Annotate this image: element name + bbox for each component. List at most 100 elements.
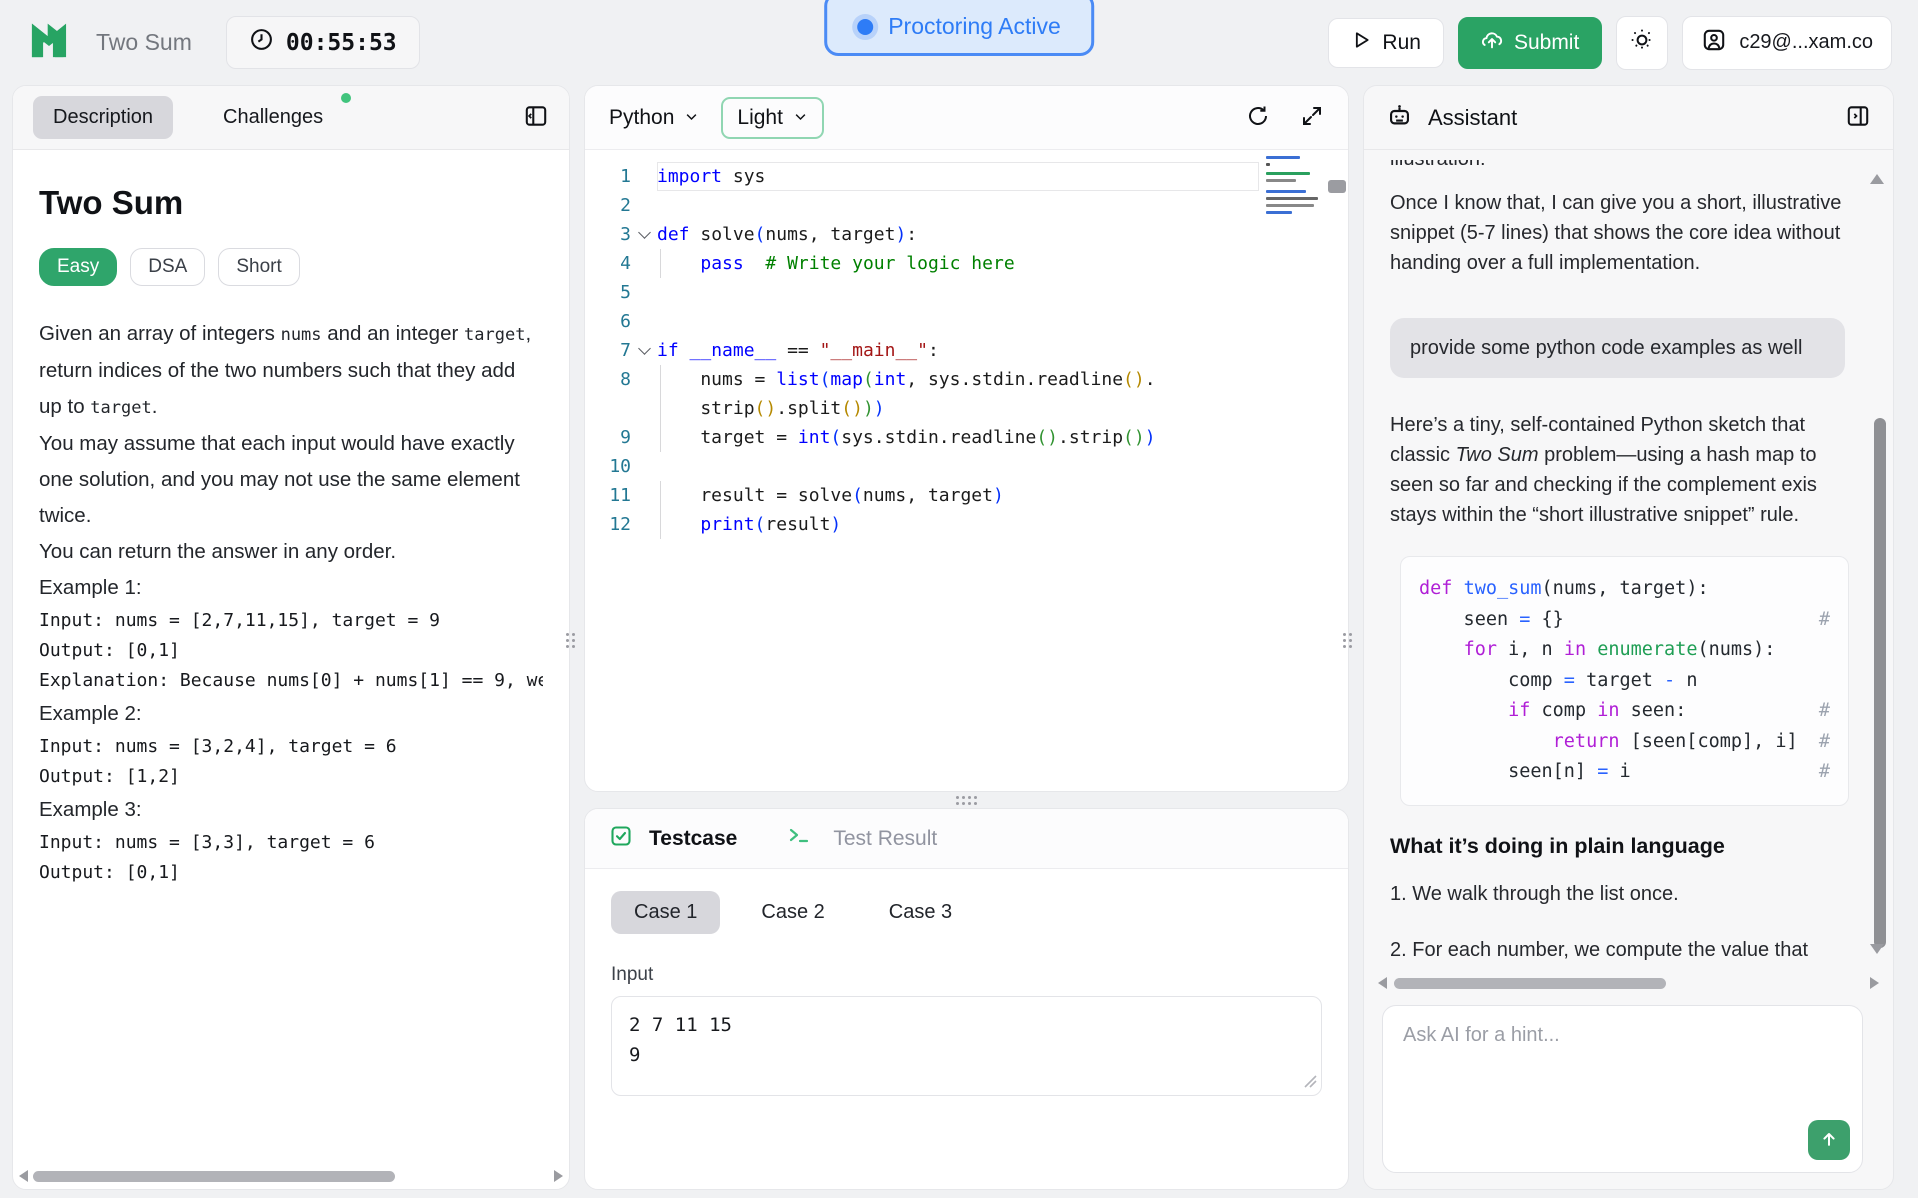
line-number: 6 [585, 307, 631, 336]
proctoring-badge: Proctoring Active [824, 0, 1094, 56]
code-line[interactable]: strip().split())) [585, 394, 1348, 423]
run-button[interactable]: Run [1328, 18, 1444, 68]
code-editor-card: Python Light 1import sys23def solve(nums… [584, 85, 1349, 792]
user-camera-icon [1701, 27, 1727, 59]
test-result-tab[interactable]: Test Result [833, 827, 937, 851]
scrollbar-thumb[interactable] [33, 1171, 395, 1182]
assistant-code-line: if comp in seen:# [1419, 696, 1830, 727]
send-button[interactable] [1808, 1120, 1850, 1160]
chat-scrollbar-thumb[interactable] [1874, 418, 1886, 948]
ai-hint-input[interactable] [1383, 1006, 1862, 1116]
app-logo-icon [28, 19, 70, 66]
example-line: Input: nums = [3,2,4], target = 6 [39, 732, 543, 762]
left-panel-resize-handle[interactable] [566, 633, 575, 648]
user-message-bubble: provide some python code examples as wel… [1390, 318, 1845, 378]
submit-label: Submit [1514, 31, 1579, 55]
code-line[interactable]: 3def solve(nums, target): [585, 220, 1348, 249]
chevron-down-icon [684, 106, 699, 130]
input-label: Input [611, 964, 1322, 986]
code-line[interactable]: 12 print(result) [585, 510, 1348, 539]
user-account-chip[interactable]: c29@...xam.co [1682, 16, 1892, 70]
line-number: 1 [585, 162, 631, 191]
collapse-panel-left-button[interactable] [523, 103, 549, 132]
code-line[interactable]: 5 [585, 278, 1348, 307]
theme-select[interactable]: Light [721, 97, 824, 139]
example-line: Output: [0,1] [39, 636, 543, 666]
collapse-panel-right-button[interactable] [1845, 103, 1871, 132]
description-panel-header: Description Challenges [13, 86, 569, 150]
code-editor[interactable]: 1import sys23def solve(nums, target):4 p… [585, 150, 1348, 791]
scroll-up-arrow-icon[interactable] [1870, 174, 1884, 184]
scrollbar-thumb[interactable] [1394, 978, 1666, 989]
problem-statement-3: You can return the answer in any order. [39, 534, 543, 570]
testcase-card: Testcase Test Result Case 1Case 2Case 3 … [584, 808, 1349, 1190]
scroll-right-arrow-icon[interactable] [1870, 977, 1879, 989]
scroll-left-arrow-icon[interactable] [19, 1170, 28, 1182]
resize-corner-icon[interactable] [1304, 1075, 1317, 1093]
user-email: c29@...xam.co [1739, 31, 1873, 54]
assistant-code-line: for i, n in enumerate(nums): [1419, 635, 1830, 666]
code-line[interactable]: 1import sys [585, 162, 1348, 191]
badge-short: Short [218, 248, 299, 286]
code-line[interactable]: 11 result = solve(nums, target) [585, 481, 1348, 510]
assistant-panel: Assistant illustration: Once I know that… [1363, 85, 1894, 1190]
clock-icon [249, 27, 274, 58]
scroll-left-arrow-icon[interactable] [1378, 977, 1387, 989]
code-line[interactable]: 8 nums = list(map(int, sys.stdin.readlin… [585, 365, 1348, 394]
badge-easy: Easy [39, 248, 117, 286]
line-number: 7 [585, 336, 631, 365]
scroll-right-arrow-icon[interactable] [554, 1170, 563, 1182]
code-line[interactable]: 10 [585, 452, 1348, 481]
theme-toggle-button[interactable] [1616, 16, 1668, 70]
line-number: 2 [585, 191, 631, 220]
assistant-message-line: Here’s a tiny, self-contained Python ske… [1390, 410, 1849, 440]
assistant-message-line: classic Two Sum problem—using a hash map… [1390, 440, 1849, 470]
terminal-icon [787, 824, 811, 853]
submit-button[interactable]: Submit [1458, 17, 1602, 69]
checkbox-check-icon [609, 824, 633, 853]
testcase-input[interactable]: 2 7 11 15 9 [611, 996, 1322, 1096]
line-number: 3 [585, 220, 631, 249]
editor-scrollbar-thumb[interactable] [1328, 180, 1346, 193]
theme-value: Light [737, 106, 783, 130]
problem-badges: EasyDSAShort [39, 248, 543, 286]
description-horizontal-scrollbar[interactable] [17, 1170, 565, 1183]
expand-icon [1300, 104, 1324, 131]
assistant-title: Assistant [1428, 105, 1517, 131]
code-line[interactable]: 6 [585, 307, 1348, 336]
code-line[interactable]: 7if __name__ == "__main__": [585, 336, 1348, 365]
code-lines: 1import sys23def solve(nums, target):4 p… [585, 162, 1348, 539]
example-line: Output: [0,1] [39, 858, 543, 888]
fold-chevron-icon[interactable] [638, 226, 651, 239]
line-number: 5 [585, 278, 631, 307]
code-line[interactable]: 2 [585, 191, 1348, 220]
language-select[interactable]: Python [609, 106, 699, 130]
assistant-code-block: def two_sum(nums, target): seen = {}# fo… [1400, 556, 1849, 806]
scroll-down-arrow-icon[interactable] [1870, 944, 1884, 954]
testcase-tab[interactable]: Testcase [649, 827, 737, 851]
chat-horizontal-scrollbar[interactable] [1376, 977, 1881, 993]
minimap[interactable] [1266, 156, 1322, 268]
fullscreen-button[interactable] [1300, 104, 1324, 131]
proctoring-label: Proctoring Active [888, 13, 1061, 40]
code-line[interactable]: 9 target = int(sys.stdin.readline().stri… [585, 423, 1348, 452]
panel-collapse-left-icon [523, 103, 549, 132]
assistant-header: Assistant [1364, 86, 1893, 150]
topbar: Two Sum 00:55:53 Proctoring Active Run S… [0, 0, 1918, 85]
code-line[interactable]: 4 pass # Write your logic here [585, 249, 1348, 278]
vertical-resize-handle[interactable] [584, 792, 1349, 808]
reset-code-button[interactable] [1246, 104, 1270, 131]
case-tabs: Case 1 Case 2 Case 3 [611, 891, 1322, 934]
case-tab-1[interactable]: Case 1 [611, 891, 720, 934]
assistant-code-line: seen = {}# [1419, 605, 1830, 636]
assistant-chat[interactable]: illustration: Once I know that, I can gi… [1364, 150, 1893, 973]
tab-description[interactable]: Description [33, 96, 173, 139]
assistant-list: 1. We walk through the list once.2. For … [1390, 879, 1849, 965]
tab-challenges[interactable]: Challenges [203, 96, 343, 139]
chevron-down-icon [793, 106, 808, 130]
assistant-list-item: 1. We walk through the list once. [1390, 879, 1849, 909]
fold-chevron-icon[interactable] [638, 342, 651, 355]
case-tab-2[interactable]: Case 2 [738, 891, 847, 934]
arrow-up-icon [1819, 1129, 1839, 1152]
case-tab-3[interactable]: Case 3 [866, 891, 975, 934]
